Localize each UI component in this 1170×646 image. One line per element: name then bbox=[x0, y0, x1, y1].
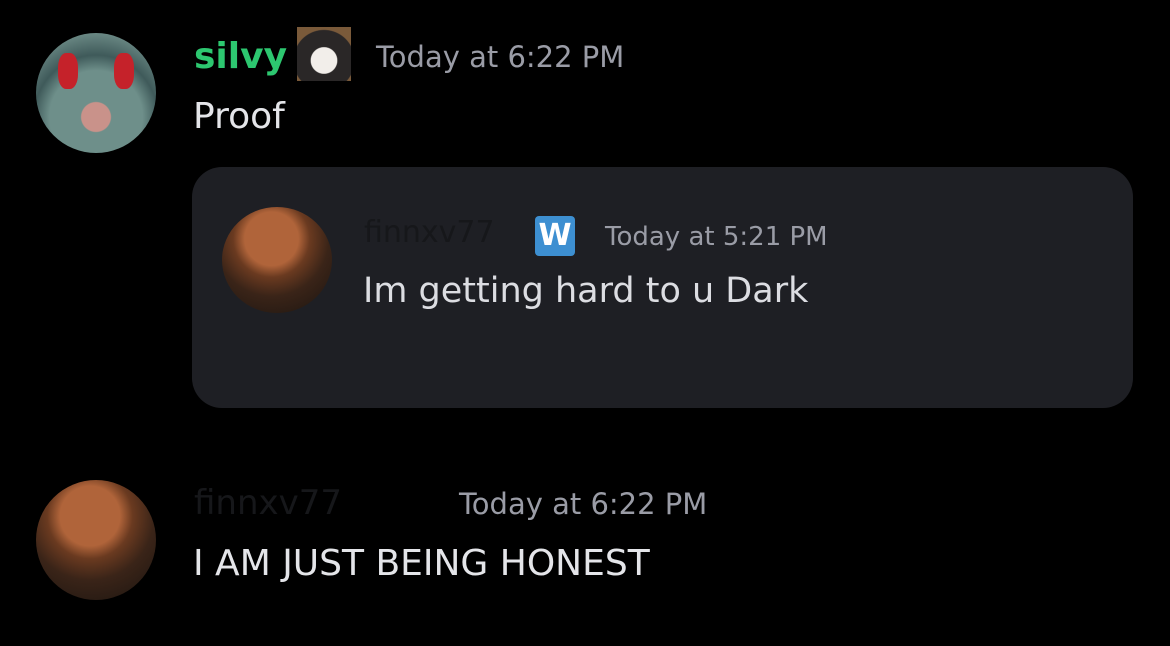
avatar-finnxv77[interactable] bbox=[36, 480, 156, 600]
author-name[interactable]: silvy bbox=[194, 36, 287, 77]
timestamp: Today at 6:22 PM bbox=[459, 487, 708, 521]
avatar-eye-icon bbox=[58, 53, 78, 89]
timestamp: Today at 6:22 PM bbox=[376, 40, 625, 74]
avatar-silvy[interactable] bbox=[36, 33, 156, 153]
embed-timestamp: Today at 5:21 PM bbox=[605, 222, 828, 252]
message-text: Proof bbox=[193, 96, 285, 137]
cat-badge-icon bbox=[297, 27, 351, 81]
avatar-finnxv77 bbox=[222, 207, 332, 313]
message-text: I AM JUST BEING HONEST bbox=[193, 543, 650, 584]
embed-text: Im getting hard to u Dark bbox=[363, 271, 809, 311]
message-embed[interactable]: finnxv77 W Today at 5:21 PM Im getting h… bbox=[192, 167, 1133, 408]
avatar-eye-icon bbox=[114, 53, 134, 89]
author-name[interactable]: finnxv77 bbox=[194, 483, 342, 523]
w-badge-icon: W bbox=[535, 216, 575, 256]
embed-author-name[interactable]: finnxv77 bbox=[364, 215, 495, 250]
